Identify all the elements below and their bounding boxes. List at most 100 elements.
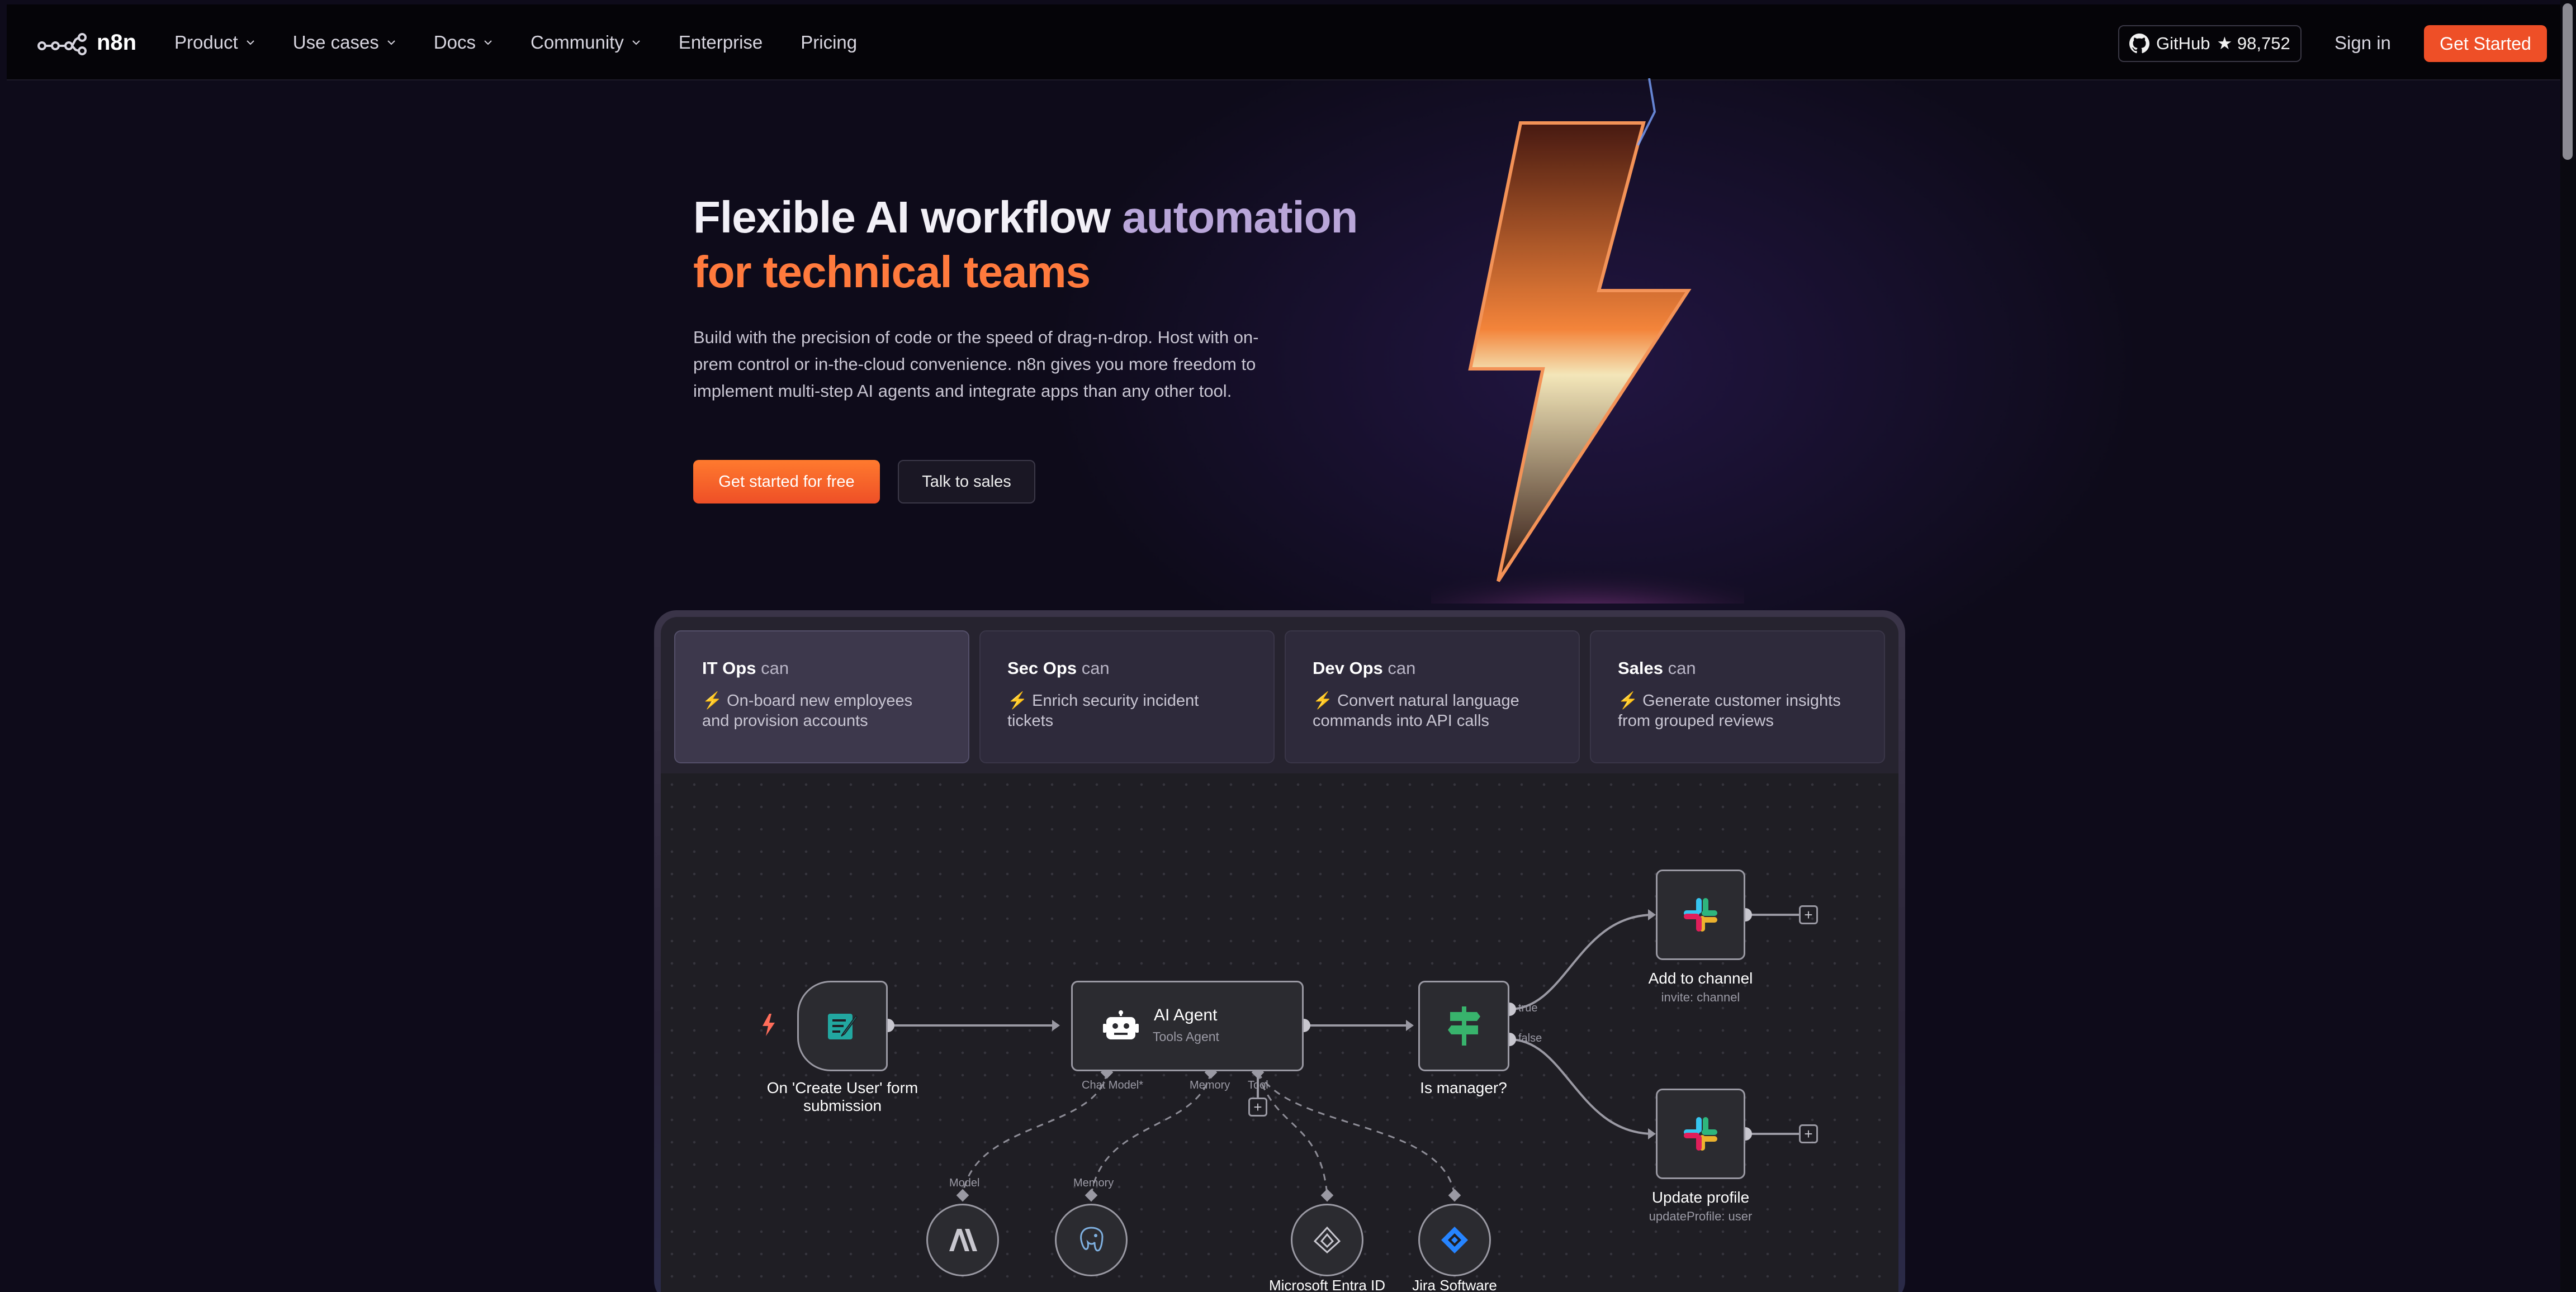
nav-docs[interactable]: Docs xyxy=(434,32,493,53)
tab-team: IT Ops xyxy=(702,658,756,678)
workflow-demo-panel: IT Ops can ⚡ On-board new employees and p… xyxy=(654,610,1905,1292)
robot-icon xyxy=(1103,1010,1139,1039)
add-node-button[interactable]: + xyxy=(1799,1124,1818,1143)
sign-in-link[interactable]: Sign in xyxy=(2334,32,2391,54)
github-stars-button[interactable]: GitHub ★ 98,752 xyxy=(2118,25,2302,62)
bolt-icon: ⚡ xyxy=(1007,692,1028,710)
tab-sales[interactable]: Sales can ⚡ Generate customer insights fr… xyxy=(1590,630,1885,763)
nav-label: Enterprise xyxy=(678,32,763,53)
nav-label: Use cases xyxy=(292,32,379,53)
add-tool-button[interactable]: + xyxy=(1248,1098,1267,1117)
tab-desc: ⚡ On-board new employees and provision ac… xyxy=(702,691,941,731)
nav-links: Product Use cases Docs Community Enterpr… xyxy=(174,4,857,80)
slack-update-label: Update profile xyxy=(1651,1189,1750,1206)
port-memory-in xyxy=(1085,1189,1098,1202)
tab-title: Sec Ops can xyxy=(1007,658,1247,678)
trigger-node[interactable] xyxy=(797,981,888,1071)
hero-title-line2: for technical teams xyxy=(693,247,1091,297)
signpost-icon xyxy=(1447,1006,1480,1046)
tab-desc-text: Enrich security incident tickets xyxy=(1007,692,1199,730)
microsoft-entra-node[interactable] xyxy=(1291,1204,1363,1276)
bolt-icon: ⚡ xyxy=(1618,692,1639,710)
talk-to-sales-button[interactable]: Talk to sales xyxy=(898,460,1035,504)
workflow-canvas[interactable]: On 'Create User' form submission AI Agen… xyxy=(661,773,1898,1292)
tab-title: Dev Ops can xyxy=(1313,658,1552,678)
nav-use-cases[interactable]: Use cases xyxy=(293,32,396,53)
trigger-bolt-icon xyxy=(763,1014,775,1036)
top-navbar: n8n Product Use cases Docs Community Ent… xyxy=(7,4,2561,80)
port-entra-in xyxy=(1320,1189,1334,1202)
slack-icon xyxy=(1684,1117,1717,1151)
port-label-tool: Tool xyxy=(1248,1079,1268,1091)
arrow-agent-in xyxy=(1052,1020,1060,1031)
nav-community[interactable]: Community xyxy=(531,32,641,53)
tab-desc-text: On-board new employees and provision acc… xyxy=(702,692,913,730)
tab-can: can xyxy=(761,658,789,678)
tab-team: Sales xyxy=(1618,658,1664,678)
tab-dev-ops[interactable]: Dev Ops can ⚡ Convert natural language co… xyxy=(1285,630,1580,763)
slack-icon xyxy=(1684,898,1717,932)
scrollbar-thumb[interactable] xyxy=(2563,3,2573,160)
postgres-memory-node[interactable] xyxy=(1055,1204,1128,1276)
tab-it-ops[interactable]: IT Ops can ⚡ On-board new employees and p… xyxy=(674,630,969,763)
tab-team: Sec Ops xyxy=(1007,658,1077,678)
nav-pricing[interactable]: Pricing xyxy=(801,32,857,53)
scrollbar-track[interactable] xyxy=(2560,0,2576,1292)
arrow-slack-update-in xyxy=(1648,1128,1656,1139)
use-case-tabs: IT Ops can ⚡ On-board new employees and p… xyxy=(674,630,1885,763)
page: n8n Product Use cases Docs Community Ent… xyxy=(0,0,2576,1292)
hero-title: Flexible AI workflow automation for tech… xyxy=(693,190,1358,300)
anthropic-model-node[interactable] xyxy=(926,1204,999,1276)
slack-add-label: Add to channel xyxy=(1648,970,1753,987)
slack-add-sub: invite: channel xyxy=(1661,990,1740,1004)
ai-agent-node[interactable]: AI Agent Tools Agent xyxy=(1071,981,1304,1071)
github-icon xyxy=(2129,34,2149,54)
connection-if-false xyxy=(1509,1038,1654,1135)
postgres-icon xyxy=(1080,1227,1104,1252)
port-label-chat-model: Chat Model* xyxy=(1082,1079,1144,1091)
logo[interactable]: n8n xyxy=(37,30,136,55)
chevron-down-icon xyxy=(484,40,492,45)
jira-node[interactable] xyxy=(1418,1204,1491,1276)
workflow-demo-inner: IT Ops can ⚡ On-board new employees and p… xyxy=(661,617,1898,1292)
anthropic-icon xyxy=(949,1229,977,1251)
entra-icon xyxy=(1313,1226,1341,1254)
hero-subtitle: Build with the precision of code or the … xyxy=(693,327,1259,401)
tab-desc: ⚡ Enrich security incident tickets xyxy=(1007,691,1247,731)
hero-title-line1-b: automation xyxy=(1122,192,1358,242)
memory-port-label: Memory xyxy=(1073,1177,1114,1189)
tab-sec-ops[interactable]: Sec Ops can ⚡ Enrich security incident ti… xyxy=(979,630,1275,763)
ai-agent-subtitle: Tools Agent xyxy=(1153,1029,1219,1044)
model-port-label: Model xyxy=(949,1177,980,1189)
nav-label: Docs xyxy=(433,32,476,53)
nav-product[interactable]: Product xyxy=(174,32,255,53)
jira-label: Jira Software xyxy=(1412,1277,1497,1292)
slack-update-profile-node[interactable] xyxy=(1656,1089,1745,1179)
arrow-if-in xyxy=(1406,1020,1414,1031)
nav-enterprise[interactable]: Enterprise xyxy=(679,32,763,53)
slack-add-to-channel-node[interactable] xyxy=(1656,870,1745,960)
if-node[interactable] xyxy=(1418,981,1509,1071)
tab-team: Dev Ops xyxy=(1313,658,1383,678)
tab-can: can xyxy=(1081,658,1110,678)
bolt-icon: ⚡ xyxy=(1313,692,1333,710)
add-node-button[interactable]: + xyxy=(1799,905,1818,924)
port-label-memory: Memory xyxy=(1190,1079,1230,1091)
chevron-down-icon xyxy=(387,40,395,45)
chevron-down-icon xyxy=(247,40,254,45)
tab-can: can xyxy=(1668,658,1696,678)
if-false-label: false xyxy=(1518,1032,1542,1044)
n8n-logo-icon xyxy=(37,32,87,55)
github-stars-count: ★ 98,752 xyxy=(2217,34,2290,53)
ai-agent-title: AI Agent xyxy=(1154,1006,1218,1024)
form-icon xyxy=(828,1014,858,1039)
slack-update-sub: updateProfile: user xyxy=(1649,1209,1753,1223)
get-started-button[interactable]: Get Started xyxy=(2424,25,2547,62)
if-label: Is manager? xyxy=(1420,1079,1507,1096)
tab-desc-text: Generate customer insights from grouped … xyxy=(1618,692,1841,730)
tab-desc: ⚡ Generate customer insights from grouped… xyxy=(1618,691,1857,731)
port-model-in xyxy=(956,1189,969,1202)
get-started-free-button[interactable]: Get started for free xyxy=(693,460,880,504)
tab-title: Sales can xyxy=(1618,658,1857,678)
github-label: GitHub xyxy=(2156,34,2210,53)
